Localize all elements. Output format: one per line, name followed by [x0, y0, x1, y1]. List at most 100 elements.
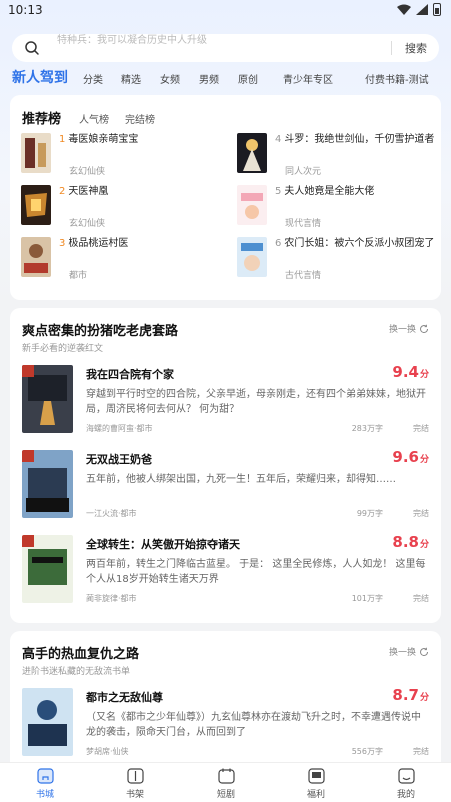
refresh-icon — [420, 324, 429, 333]
search-button[interactable]: 搜索 — [405, 40, 427, 56]
rank-item[interactable]: 5 夫人她竟是全能大佬 现代言情 — [237, 185, 437, 229]
tab-recommend[interactable]: 推荐榜 — [22, 108, 61, 127]
profile-icon — [397, 768, 415, 784]
book-cover — [21, 185, 51, 225]
signal-icon — [416, 4, 428, 15]
nav-item-male[interactable]: 男频 — [199, 71, 219, 86]
rank-genre: 同人次元 — [285, 167, 322, 177]
book-word-count: 283万字 — [351, 424, 383, 433]
book-cover — [22, 688, 73, 756]
bottom-tab-bar: 书城 书架 短剧 福利 我的 — [0, 762, 451, 802]
book-word-count: 101万字 — [351, 594, 383, 603]
book-status: 完结 — [413, 509, 429, 518]
refresh-button[interactable]: 换一换 — [389, 645, 429, 658]
rank-item[interactable]: 4 斗罗：我绝世剑仙，千仞雪护道者 同人次元 — [237, 133, 437, 177]
section-title: 爽点密集的扮猪吃老虎套路 — [22, 324, 179, 339]
rank-genre: 玄幻仙侠 — [69, 219, 106, 229]
rank-title: 3 极品桃运村医 — [59, 238, 129, 249]
rank-item[interactable]: 2 天医神凰 玄幻仙侠 — [21, 185, 221, 229]
status-icons — [397, 3, 441, 16]
book-title: 我在四合院有个家 — [86, 368, 174, 381]
nav-item-female[interactable]: 女频 — [160, 71, 180, 86]
tab-bookshelf[interactable]: 书架 — [105, 768, 165, 800]
rank-item[interactable]: 1 毒医娘亲萌宝宝 玄幻仙侠 — [21, 133, 221, 177]
book-score: 8.8分 — [392, 533, 429, 551]
book-author-genre: 梦胡席·仙侠 — [86, 747, 129, 756]
book-author-genre: 一江火流·都市 — [86, 509, 137, 518]
book-description: 两百年前，转生之门降临古蓝星。 于是： 这里全民修炼，人人如龙！ 这里每个人从1… — [86, 559, 426, 585]
tab-finished[interactable]: 完结榜 — [125, 111, 155, 126]
book-cover — [22, 365, 73, 433]
search-hint: 特种兵：我可以凝合历史中人升级 — [57, 35, 207, 46]
book-title: 无双战王奶爸 — [86, 453, 152, 466]
book-description: 五年前，他被人绑架出国，九死一生！五年后，荣耀归来，却得知…… — [86, 474, 396, 485]
book-item[interactable]: 无双战王奶爸 9.6分 五年前，他被人绑架出国，九死一生！五年后，荣耀归来，却得… — [22, 448, 429, 538]
tab-bookstore[interactable]: 书城 — [15, 768, 75, 800]
search-divider — [391, 41, 392, 55]
tab-popular[interactable]: 人气榜 — [79, 111, 109, 126]
book-status: 完结 — [413, 594, 429, 603]
home-icon — [36, 768, 54, 784]
search-bar[interactable]: 特种兵：我可以凝合历史中人升级 搜索 — [12, 34, 439, 62]
book-status: 完结 — [413, 747, 429, 756]
rank-title: 4 斗罗：我绝世剑仙，千仞雪护道者 — [275, 134, 435, 145]
booklist-section: 爽点密集的扮猪吃老虎套路 新手必看的逆袭红文 换一换 我在四合院有个家 9.4分… — [10, 308, 441, 623]
book-cover — [22, 450, 73, 518]
refresh-icon — [420, 647, 429, 656]
tab-welfare[interactable]: 福利 — [286, 768, 346, 800]
book-status: 完结 — [413, 424, 429, 433]
book-score: 9.4分 — [392, 363, 429, 381]
category-nav: 新人驾到 分类 精选 女频 男频 原创 青少年专区 付费书籍-测试 — [0, 67, 451, 89]
section-subtitle: 进阶书迷私藏的无敌流书单 — [22, 667, 131, 677]
rank-title: 2 天医神凰 — [59, 186, 109, 197]
nav-item-original[interactable]: 原创 — [238, 71, 258, 86]
book-author-genre: 海螺的曹阿蛮·都市 — [86, 424, 153, 433]
book-author-genre: 蔺非旋律·都市 — [86, 594, 137, 603]
rank-item[interactable]: 6 农门长姐：被六个反派小叔团宠了 古代言情 — [237, 237, 437, 281]
drama-icon — [217, 768, 235, 784]
status-bar: 10:13 — [0, 0, 451, 22]
bookshelf-icon — [126, 768, 144, 784]
nav-item-paid-test[interactable]: 付费书籍-测试 — [365, 71, 429, 86]
rank-genre: 玄幻仙侠 — [69, 167, 106, 177]
book-cover — [237, 133, 267, 173]
book-word-count: 99万字 — [356, 509, 383, 518]
gift-icon — [307, 768, 325, 784]
ranking-card: 推荐榜 人气榜 完结榜 1 毒医娘亲萌宝宝 玄幻仙侠 2 天医神凰 玄幻仙侠 3 极品… — [10, 95, 441, 300]
tab-drama[interactable]: 短剧 — [196, 768, 256, 800]
nav-item-newbie[interactable]: 新人驾到 — [12, 67, 68, 87]
book-title: 全球转生：从笑傲开始掠夺诸天 — [86, 538, 240, 551]
nav-item-category[interactable]: 分类 — [83, 71, 103, 86]
rank-genre: 古代言情 — [285, 271, 322, 281]
book-description: （又名《都市之少年仙尊》）九玄仙尊林亦在渡劫飞升之时，不幸遭遇传说中龙的袭击，陨… — [86, 712, 421, 738]
battery-icon — [433, 3, 441, 16]
tab-profile[interactable]: 我的 — [376, 768, 436, 800]
section-title: 高手的热血复仇之路 — [22, 647, 140, 662]
search-icon — [25, 41, 39, 55]
section-subtitle: 新手必看的逆袭红文 — [22, 344, 104, 354]
book-item[interactable]: 全球转生：从笑傲开始掠夺诸天 8.8分 两百年前，转生之门降临古蓝星。 于是： … — [22, 533, 429, 623]
booklist-section: 高手的热血复仇之路 进阶书迷私藏的无敌流书单 换一换 都市之无敌仙尊 8.7分 … — [10, 631, 441, 762]
rank-genre: 都市 — [69, 271, 88, 281]
book-cover — [21, 237, 51, 277]
book-title: 都市之无敌仙尊 — [86, 691, 163, 704]
book-cover — [237, 185, 267, 225]
status-time: 10:13 — [8, 3, 43, 17]
book-score: 9.6分 — [392, 448, 429, 466]
rank-genre: 现代言情 — [285, 219, 322, 229]
book-word-count: 556万字 — [351, 747, 383, 756]
book-item[interactable]: 我在四合院有个家 9.4分 穿越到平行时空的四合院，父亲早逝，母亲刚走，还有四个… — [22, 363, 429, 453]
book-cover — [21, 133, 51, 173]
wifi-icon — [397, 4, 411, 15]
rank-title: 1 毒医娘亲萌宝宝 — [59, 134, 139, 145]
refresh-button[interactable]: 换一换 — [389, 322, 429, 335]
nav-item-teen[interactable]: 青少年专区 — [283, 71, 333, 86]
rank-title: 6 农门长姐：被六个反派小叔团宠了 — [275, 238, 435, 249]
book-description: 穿越到平行时空的四合院，父亲早逝，母亲刚走，还有四个弟弟妹妹，地狱开局，周济民将… — [86, 389, 426, 415]
book-cover — [22, 535, 73, 603]
rank-item[interactable]: 3 极品桃运村医 都市 — [21, 237, 221, 281]
rank-title: 5 夫人她竟是全能大佬 — [275, 186, 375, 197]
nav-item-featured[interactable]: 精选 — [121, 71, 141, 86]
ranking-tabs: 推荐榜 人气榜 完结榜 — [22, 108, 171, 127]
book-cover — [237, 237, 267, 277]
